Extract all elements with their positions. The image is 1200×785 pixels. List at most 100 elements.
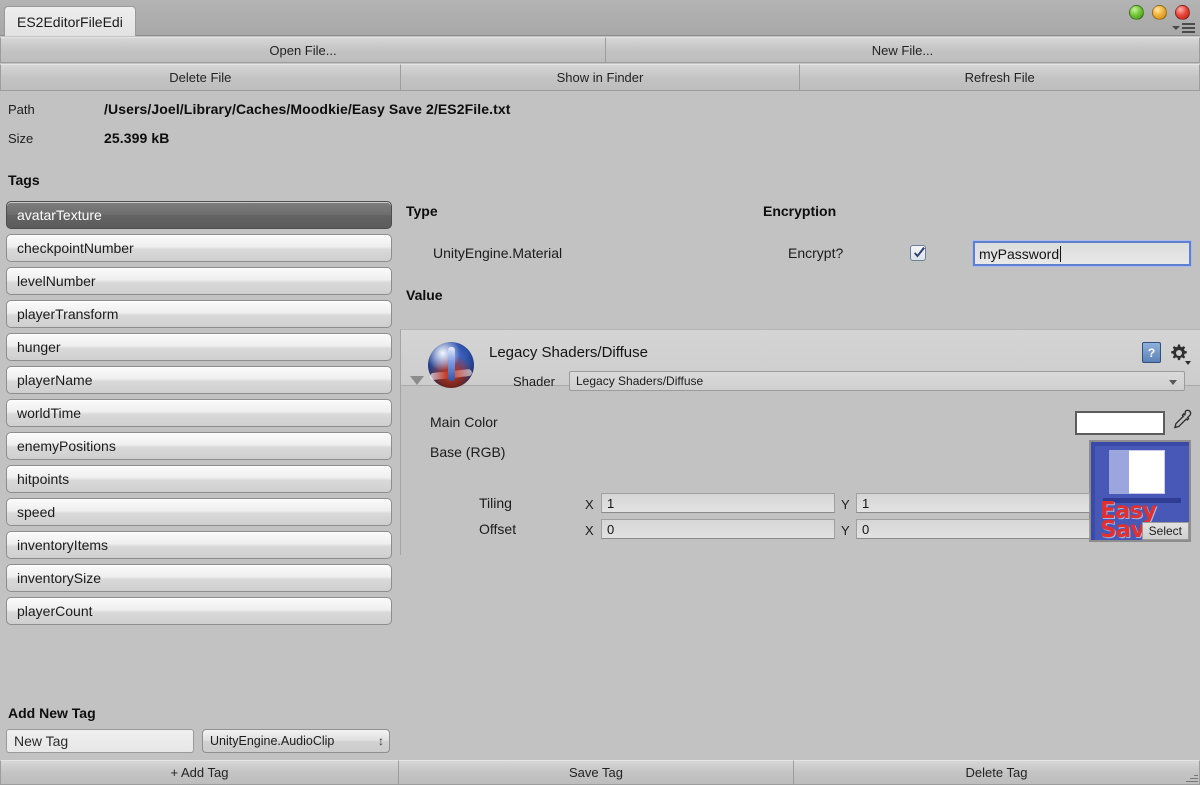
new-file-button[interactable]: New File... <box>605 37 1200 63</box>
tag-list-item[interactable]: playerName <box>6 366 392 394</box>
tab-es2editorfileeditor[interactable]: ES2EditorFileEdi <box>4 6 136 36</box>
help-icon[interactable]: ? <box>1142 342 1161 363</box>
tag-list-item[interactable]: inventorySize <box>6 564 392 592</box>
encrypt-label: Encrypt? <box>788 245 844 261</box>
offset-y-value: 0 <box>862 521 870 537</box>
tag-label: playerCount <box>17 603 93 619</box>
file-toolbar-row-1: Open File... New File... <box>0 37 1200 63</box>
show-in-finder-button[interactable]: Show in Finder <box>399 64 801 91</box>
tag-list-item[interactable]: levelNumber <box>6 267 392 295</box>
encryption-heading: Encryption <box>763 203 837 219</box>
yellow-light[interactable] <box>1152 5 1167 20</box>
resize-grip-icon[interactable] <box>1184 770 1198 784</box>
tag-label: hunger <box>17 339 61 355</box>
offset-y-input[interactable]: 0 <box>856 519 1090 539</box>
encryption-password-value: myPassword <box>979 245 1060 262</box>
save-tag-button[interactable]: Save Tag <box>398 760 794 785</box>
tag-action-toolbar: + Add Tag Save Tag Delete Tag <box>0 760 1200 785</box>
tag-label: speed <box>17 504 56 520</box>
delete-file-button[interactable]: Delete File <box>0 64 401 91</box>
path-value: /Users/Joel/Library/Caches/Moodkie/Easy … <box>104 101 511 117</box>
delete-tag-button[interactable]: Delete Tag <box>793 760 1200 785</box>
tag-list-item[interactable]: avatarTexture <box>6 201 392 229</box>
texture-select-label: Select <box>1148 524 1182 538</box>
foldout-triangle-icon[interactable] <box>410 376 424 385</box>
tag-list: avatarTexture checkpointNumber levelNumb… <box>6 201 392 630</box>
offset-x-input[interactable]: 0 <box>601 519 835 539</box>
encryption-password-input[interactable]: myPassword <box>973 241 1191 266</box>
tiling-x-input[interactable]: 1 <box>601 493 835 513</box>
add-tag-label: + Add Tag <box>170 765 229 780</box>
refresh-file-label: Refresh File <box>964 70 1035 85</box>
size-value: 25.399 kB <box>104 130 170 146</box>
tag-label: playerTransform <box>17 306 119 322</box>
tag-label: inventorySize <box>17 570 102 586</box>
size-row: Size 25.399 kB <box>8 130 170 146</box>
hamburger-icon <box>1182 22 1195 33</box>
tag-label: inventoryItems <box>17 537 109 553</box>
add-tag-button[interactable]: + Add Tag <box>0 760 399 785</box>
add-new-tag-heading: Add New Tag <box>8 705 96 721</box>
tag-label: levelNumber <box>17 273 96 289</box>
delete-tag-label: Delete Tag <box>965 765 1028 780</box>
base-rgb-label: Base (RGB) <box>430 444 506 460</box>
tiling-label: Tiling <box>479 495 512 511</box>
tiling-y-value: 1 <box>862 495 870 511</box>
chevron-down-icon <box>1169 380 1177 385</box>
new-tag-name-input[interactable]: New Tag <box>6 729 194 753</box>
tiling-y-input[interactable]: 1 <box>856 493 1090 513</box>
main-color-swatch[interactable] <box>1075 411 1165 435</box>
tiling-y-axis-label: Y <box>841 497 850 512</box>
tag-list-item[interactable]: inventoryItems <box>6 531 392 559</box>
open-file-button[interactable]: Open File... <box>0 37 606 63</box>
type-heading: Type <box>406 203 438 219</box>
tag-list-item[interactable]: worldTime <box>6 399 392 427</box>
window-titlebar: ES2EditorFileEdi <box>0 0 1200 36</box>
size-label: Size <box>8 131 34 146</box>
new-tag-type-dropdown[interactable]: UnityEngine.AudioClip ↕ <box>202 729 390 753</box>
shader-dropdown[interactable]: Legacy Shaders/Diffuse <box>569 371 1185 391</box>
tag-list-item[interactable]: hunger <box>6 333 392 361</box>
red-light[interactable] <box>1175 5 1190 20</box>
tab-label: ES2EditorFileEdi <box>17 13 123 30</box>
base-texture-thumbnail[interactable]: Easy Save Select <box>1089 440 1191 542</box>
tag-list-item[interactable]: playerTransform <box>6 300 392 328</box>
help-glyph: ? <box>1147 345 1156 360</box>
tag-label: hitpoints <box>17 471 70 487</box>
new-tag-name-value: New Tag <box>14 733 69 749</box>
eyedropper-glyph <box>1173 409 1192 429</box>
tag-list-item[interactable]: speed <box>6 498 392 526</box>
offset-label: Offset <box>479 521 517 537</box>
open-file-label: Open File... <box>269 42 337 58</box>
file-toolbar-row-2: Delete File Show in Finder Refresh File <box>0 64 1200 91</box>
show-in-finder-label: Show in Finder <box>556 70 644 85</box>
window-menu-icon[interactable] <box>1172 22 1195 33</box>
delete-file-label: Delete File <box>169 70 232 85</box>
refresh-file-button[interactable]: Refresh File <box>799 64 1200 91</box>
es2-file-editor-window: ES2EditorFileEdi Open File... New File..… <box>0 0 1200 785</box>
texture-select-button[interactable]: Select <box>1141 522 1189 540</box>
tags-heading: Tags <box>8 172 40 188</box>
path-label: Path <box>8 102 35 117</box>
encrypt-checkbox[interactable] <box>910 245 926 261</box>
tag-label: enemyPositions <box>17 438 116 454</box>
tag-list-item[interactable]: playerCount <box>6 597 392 625</box>
path-row: Path /Users/Joel/Library/Caches/Moodkie/… <box>8 101 511 117</box>
tag-label: avatarTexture <box>17 207 102 223</box>
tag-list-item[interactable]: hitpoints <box>6 465 392 493</box>
updown-arrows-icon: ↕ <box>378 734 384 748</box>
main-color-label: Main Color <box>430 414 498 430</box>
eyedropper-icon[interactable] <box>1170 409 1192 434</box>
new-tag-type-value: UnityEngine.AudioClip <box>210 734 335 748</box>
tag-list-item[interactable]: enemyPositions <box>6 432 392 460</box>
new-file-label: New File... <box>871 42 934 58</box>
tag-label: worldTime <box>17 405 82 421</box>
material-preview-sphere-icon <box>428 342 474 388</box>
type-value: UnityEngine.Material <box>433 245 563 261</box>
offset-x-value: 0 <box>607 521 615 537</box>
green-light[interactable] <box>1129 5 1144 20</box>
offset-y-axis-label: Y <box>841 523 850 538</box>
tiling-x-axis-label: X <box>585 497 594 512</box>
gear-icon[interactable] <box>1169 343 1191 366</box>
tag-list-item[interactable]: checkpointNumber <box>6 234 392 262</box>
